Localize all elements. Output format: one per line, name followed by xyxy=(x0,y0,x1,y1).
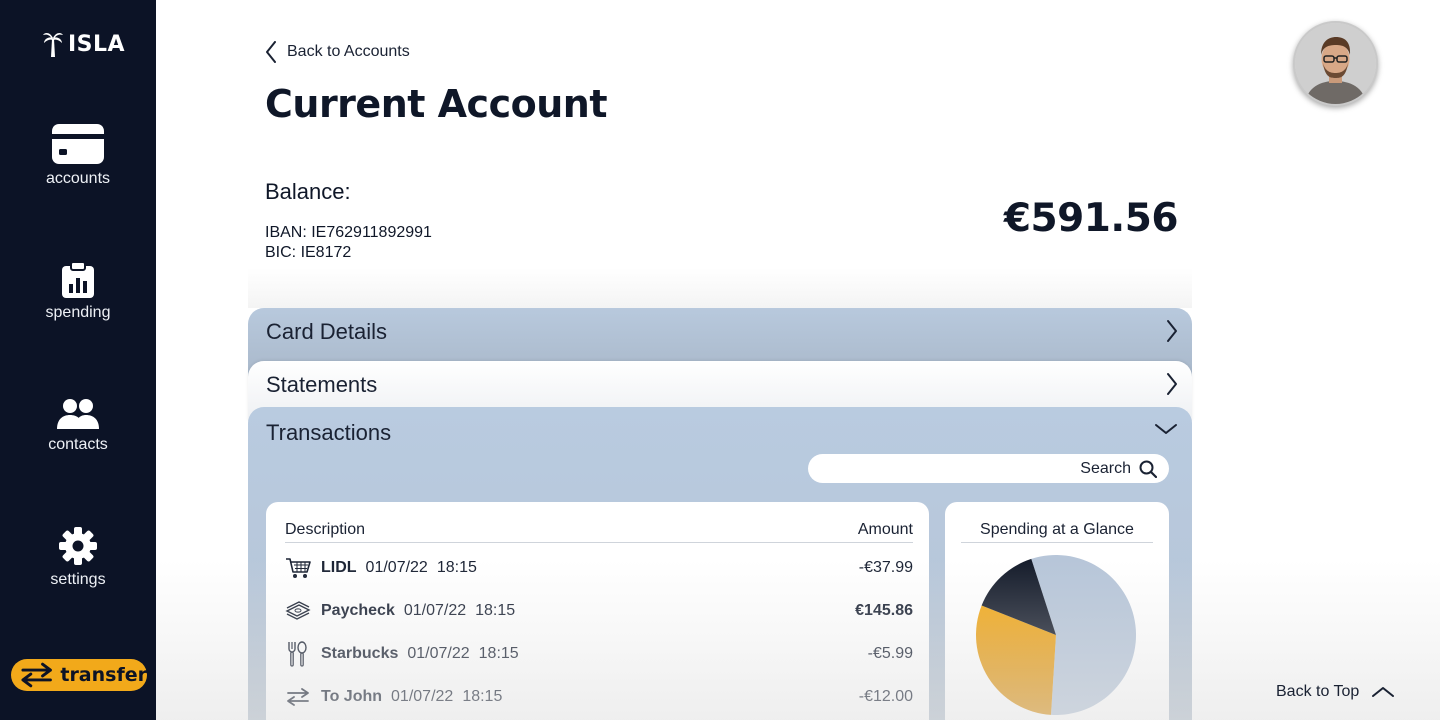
search-bar: Search xyxy=(808,454,1169,483)
transaction-name: LIDL xyxy=(321,559,357,576)
sidebar-item-label: accounts xyxy=(45,170,111,187)
cutlery-icon xyxy=(285,641,313,667)
search-input[interactable] xyxy=(808,454,1073,483)
bic-text: BIC: IE8172 xyxy=(265,244,352,261)
transaction-amount: -€5.99 xyxy=(867,645,913,662)
table-row[interactable]: To John 01/07/22 18:15 -€12.00 xyxy=(285,684,913,710)
balance-label: Balance: xyxy=(265,179,351,204)
shopping-cart-icon xyxy=(285,555,313,581)
back-to-top-link[interactable]: Back to Top xyxy=(1276,683,1395,701)
transaction-name: To John xyxy=(321,688,383,705)
search-icon[interactable] xyxy=(1139,460,1157,478)
transaction-name: Paycheck xyxy=(321,602,395,619)
search-label: Search xyxy=(1080,459,1131,477)
brand-name: ISLA xyxy=(68,31,126,57)
sidebar-item-accounts[interactable]: accounts xyxy=(0,124,156,188)
spending-chart-card: Spending at a Glance xyxy=(945,502,1169,720)
sidebar-item-label: settings xyxy=(50,571,106,588)
brand-logo[interactable]: ISLA xyxy=(42,30,125,58)
transaction-name: Starbucks xyxy=(321,645,399,662)
back-to-top-label: Back to Top xyxy=(1276,683,1360,700)
column-header-description: Description xyxy=(285,521,366,538)
palm-tree-icon xyxy=(43,33,63,57)
iban-text: IBAN: IE762911892991 xyxy=(265,224,432,241)
transaction-date: 01/07/22 xyxy=(391,688,454,705)
transaction-time: 18:15 xyxy=(475,602,516,619)
chevron-up-icon xyxy=(1372,687,1395,697)
users-icon xyxy=(57,399,99,429)
transactions-title[interactable]: Transactions xyxy=(266,420,391,446)
sidebar-item-contacts[interactable]: contacts xyxy=(0,398,156,454)
balance-amount: €591.56 xyxy=(1003,196,1179,241)
transfer-arrows-icon xyxy=(285,684,313,710)
sidebar-item-settings[interactable]: settings xyxy=(0,527,156,589)
sidebar-item-label: contacts xyxy=(48,436,108,453)
transfer-button[interactable]: transfer xyxy=(11,659,147,691)
transaction-date: 01/07/22 xyxy=(365,559,428,576)
spending-pie-chart xyxy=(976,554,1137,715)
section-divider xyxy=(248,268,1192,308)
sidebar-item-spending[interactable]: spending xyxy=(0,262,156,322)
back-to-accounts-link[interactable]: Back to Accounts xyxy=(265,41,410,63)
avatar[interactable] xyxy=(1293,21,1378,106)
transaction-amount: -€12.00 xyxy=(858,688,913,705)
transfer-label: transfer xyxy=(60,664,147,686)
table-row[interactable]: LIDL 01/07/22 18:15 -€37.99 xyxy=(285,555,913,581)
credit-card-icon xyxy=(52,124,104,164)
transaction-amount: -€37.99 xyxy=(858,559,913,576)
table-row[interactable]: Paycheck 01/07/22 18:15 €145.86 xyxy=(285,598,913,624)
transfer-arrows-icon xyxy=(21,662,52,688)
transactions-table: Description Amount LIDL 01/07/22 18:15 -… xyxy=(266,502,929,720)
chevron-down-icon[interactable] xyxy=(1154,423,1178,435)
statements-title: Statements xyxy=(266,372,378,397)
transaction-amount: €145.86 xyxy=(855,602,913,619)
table-row[interactable]: Starbucks 01/07/22 18:15 -€5.99 xyxy=(285,641,913,667)
table-header: Description Amount xyxy=(285,521,913,543)
transaction-date: 01/07/22 xyxy=(403,602,467,619)
page-title: Current Account xyxy=(265,82,607,126)
gear-icon xyxy=(59,527,97,565)
column-header-amount: Amount xyxy=(857,521,913,538)
chevron-right-icon xyxy=(1167,373,1177,395)
clipboard-chart-icon xyxy=(62,262,94,298)
transaction-time: 18:15 xyxy=(462,688,503,705)
sidebar-item-label: spending xyxy=(45,304,111,321)
transaction-time: 18:15 xyxy=(478,645,519,662)
transaction-time: 18:15 xyxy=(436,559,477,576)
chevron-left-icon xyxy=(266,41,276,63)
transaction-date: 01/07/22 xyxy=(407,645,470,662)
back-link-label: Back to Accounts xyxy=(287,43,410,60)
spending-chart-title: Spending at a Glance xyxy=(961,521,1153,543)
chevron-right-icon xyxy=(1167,320,1177,342)
cash-stack-icon xyxy=(285,598,313,624)
sidebar: ISLA accounts spending contacts settings… xyxy=(0,0,156,720)
card-details-title: Card Details xyxy=(266,319,388,344)
user-photo-icon xyxy=(1295,23,1376,104)
